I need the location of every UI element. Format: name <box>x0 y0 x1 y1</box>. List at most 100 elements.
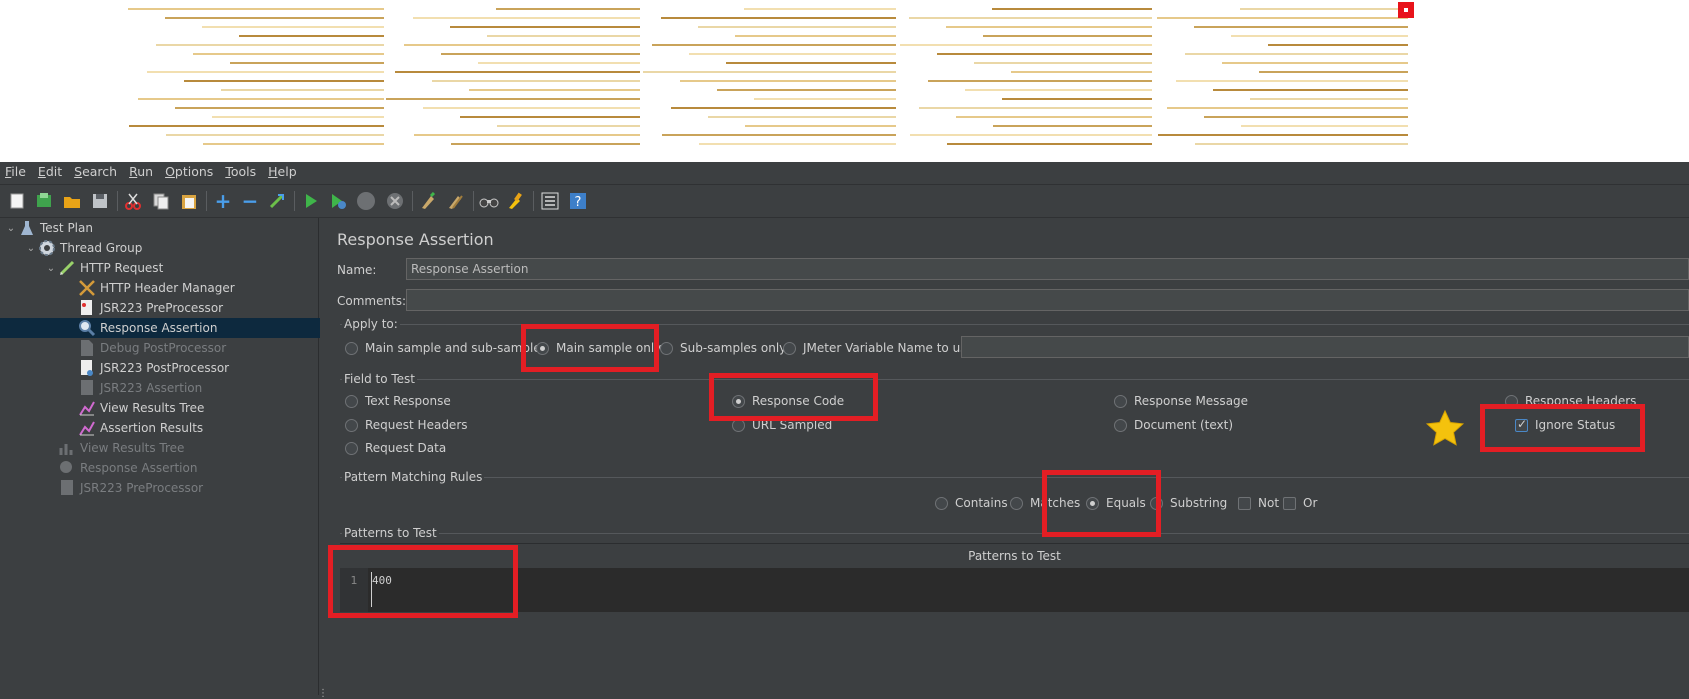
banner-stripe <box>735 35 896 37</box>
document-text-radio[interactable]: Document (text) <box>1114 418 1233 432</box>
banner-stripe <box>717 89 896 91</box>
banner-stripe <box>230 62 384 64</box>
shutdown-icon[interactable] <box>385 191 405 211</box>
matches-radio[interactable]: Matches <box>1010 496 1080 510</box>
patterns-to-test-title: Patterns to Test <box>342 526 439 540</box>
paste-icon[interactable] <box>179 191 199 211</box>
request-headers-radio[interactable]: Request Headers <box>345 418 468 432</box>
response-code-radio[interactable]: Response Code <box>732 394 844 408</box>
menu-bar: File Edit Search Run Options Tools Help <box>0 162 1689 181</box>
expand-icon[interactable]: + <box>213 189 233 213</box>
banner-stripe <box>661 17 896 19</box>
comments-field[interactable] <box>406 289 1689 311</box>
assertion-icon <box>78 319 96 337</box>
open-icon[interactable] <box>62 191 82 211</box>
banner-stripe <box>699 143 896 145</box>
header-manager-icon <box>78 279 96 297</box>
menu-options[interactable]: Options <box>160 164 220 179</box>
banner-stripe <box>928 80 1152 82</box>
clear-all-icon[interactable] <box>446 191 466 211</box>
response-headers-radio[interactable]: Response Headers <box>1505 394 1636 408</box>
ignore-status-checkbox[interactable]: Ignore Status <box>1515 417 1615 432</box>
equals-radio[interactable]: Equals <box>1086 496 1146 510</box>
banner-stripe <box>166 134 384 136</box>
menu-run[interactable]: Run <box>124 164 160 179</box>
banner-stripe <box>497 125 640 127</box>
menu-file[interactable]: File <box>0 164 33 179</box>
banner-stripe <box>946 26 1152 28</box>
response-message-radio[interactable]: Response Message <box>1114 394 1248 408</box>
menu-tools[interactable]: Tools <box>220 164 263 179</box>
save-icon[interactable] <box>90 191 110 211</box>
main-and-sub-radio[interactable]: Main sample and sub-samples <box>345 341 547 355</box>
contains-radio[interactable]: Contains <box>935 496 1008 510</box>
start-icon[interactable] <box>301 191 321 211</box>
chevron-down-icon[interactable]: ⌄ <box>4 223 18 234</box>
clear-icon[interactable] <box>418 191 438 211</box>
banner-stripe <box>395 71 640 73</box>
listener-icon <box>78 419 96 437</box>
banner-stripe <box>423 107 640 109</box>
banner-stripe <box>184 80 384 82</box>
splitter-grip[interactable]: ⋮ <box>318 688 328 699</box>
chevron-down-icon[interactable]: ⌄ <box>44 263 58 274</box>
menu-help[interactable]: Help <box>263 164 304 179</box>
listener-icon <box>58 439 76 457</box>
chevron-down-icon[interactable]: ⌄ <box>24 243 38 254</box>
page-title: Response Assertion <box>337 230 494 249</box>
url-sampled-radio[interactable]: URL Sampled <box>732 418 832 432</box>
banner-stripe <box>469 89 640 91</box>
pattern-rules-title: Pattern Matching Rules <box>342 470 485 484</box>
menu-search[interactable]: Search <box>69 164 124 179</box>
banner-stripe <box>203 143 384 145</box>
search-icon[interactable] <box>479 191 499 211</box>
stop-icon[interactable] <box>356 191 376 211</box>
field-to-test-title: Field to Test <box>342 372 418 386</box>
menu-edit[interactable]: Edit <box>33 164 69 179</box>
banner-stripe <box>496 8 640 10</box>
main-only-radio[interactable]: Main sample only <box>536 341 661 355</box>
reset-search-icon[interactable] <box>506 191 526 211</box>
banner-stripe <box>1195 143 1408 145</box>
tree-item-thread-group[interactable]: ⌄ Thread Group <box>0 238 342 258</box>
or-checkbox[interactable]: Or <box>1283 496 1317 510</box>
banner-stripe <box>965 89 1152 91</box>
banner-stripe <box>221 89 384 91</box>
not-checkbox[interactable]: Not <box>1238 496 1279 510</box>
function-helper-icon[interactable] <box>540 191 560 211</box>
request-data-radio[interactable]: Request Data <box>345 441 446 455</box>
banner-stripe <box>1240 8 1408 10</box>
tree-item-test-plan[interactable]: ⌄ Test Plan <box>0 218 322 238</box>
copy-icon[interactable] <box>151 191 171 211</box>
text-response-radio[interactable]: Text Response <box>345 394 451 408</box>
jmeter-variable-radio[interactable]: JMeter Variable Name to use <box>783 341 974 355</box>
name-field[interactable]: Response Assertion <box>406 258 1689 280</box>
listener-icon <box>78 399 96 417</box>
toggle-icon[interactable] <box>267 191 287 211</box>
test-plan-tree: ⌄ Test Plan ⌄ Thread Group ⌄ HTTP Reques… <box>0 218 396 695</box>
tree-item-http-request[interactable]: ⌄ HTTP Request <box>0 258 362 278</box>
start-no-pause-icon[interactable] <box>328 191 348 211</box>
banner-stripe <box>1268 44 1408 46</box>
banner-stripe <box>441 53 640 55</box>
substring-radio[interactable]: Substring <box>1150 496 1227 510</box>
sub-only-radio[interactable]: Sub-samples only <box>660 341 786 355</box>
pattern-value[interactable]: 400 <box>372 574 392 587</box>
svg-text:?: ? <box>575 195 582 210</box>
help-icon[interactable]: ? <box>568 191 588 211</box>
banner-stripe <box>1250 98 1408 100</box>
banner-stripe <box>165 17 384 19</box>
collapse-icon[interactable]: − <box>240 189 260 213</box>
jmeter-variable-field[interactable] <box>961 336 1689 358</box>
banner-stripe <box>900 44 1152 46</box>
patterns-column-header[interactable]: Patterns to Test <box>340 543 1689 569</box>
banner-stripe <box>1176 80 1408 82</box>
banner-stripe <box>992 8 1152 10</box>
preprocessor-icon <box>78 299 96 317</box>
cut-icon[interactable] <box>123 191 143 211</box>
banner-stripe <box>404 44 640 46</box>
new-icon[interactable] <box>7 191 27 211</box>
templates-icon[interactable] <box>34 191 54 211</box>
test-plan-icon <box>18 219 36 237</box>
patterns-editor[interactable]: 1 400 <box>340 568 1689 612</box>
